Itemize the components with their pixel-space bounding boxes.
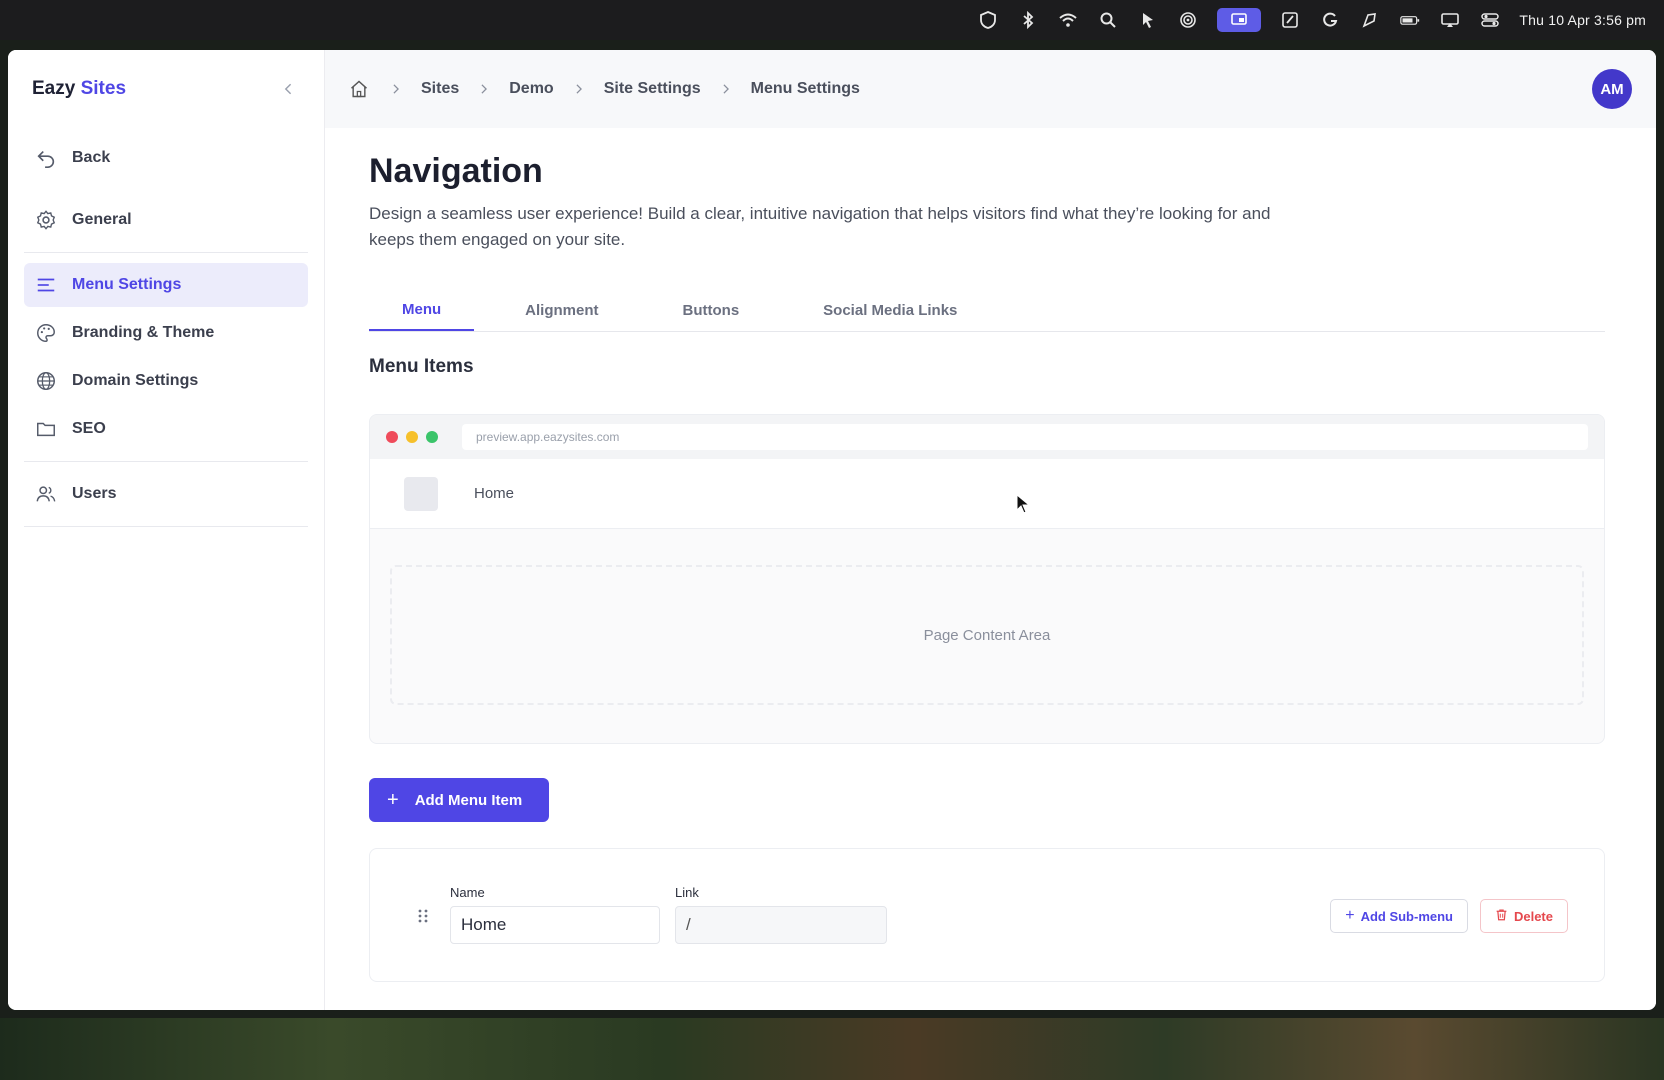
users-icon	[34, 482, 58, 506]
add-sub-menu-label: Add Sub-menu	[1360, 908, 1453, 924]
logo-primary: Eazy	[32, 78, 76, 99]
notes-edit-icon[interactable]	[1279, 9, 1301, 31]
battery-icon[interactable]	[1399, 9, 1421, 31]
sidebar-item-general[interactable]: General	[24, 198, 308, 242]
folder-icon	[34, 417, 58, 441]
link-field: Link /	[675, 885, 887, 944]
breadcrumb-menu-settings: Menu Settings	[750, 80, 860, 97]
user-avatar[interactable]: AM	[1592, 69, 1632, 109]
sidebar-divider	[24, 252, 308, 253]
chevron-left-icon	[284, 83, 292, 95]
vpn-shield-icon[interactable]	[977, 9, 999, 31]
sidebar: Eazy Sites Back General Menu Settings Br…	[8, 50, 325, 1010]
home-icon[interactable]	[349, 78, 371, 100]
app-logo[interactable]: Eazy Sites	[32, 78, 126, 100]
top-bar: Sites Demo Site Settings Menu Settings A…	[325, 50, 1656, 128]
sidebar-nav: Back General Menu Settings Branding & Th	[24, 136, 308, 537]
chevron-right-icon	[383, 82, 409, 96]
sidebar-divider	[24, 526, 308, 527]
breadcrumb-sites[interactable]: Sites	[421, 80, 459, 98]
breadcrumb-demo[interactable]: Demo	[509, 80, 553, 98]
palette-icon	[34, 321, 58, 345]
tab-alignment[interactable]: Alignment	[492, 289, 631, 331]
chevron-right-icon	[471, 82, 497, 96]
sidebar-item-menu-settings[interactable]: Menu Settings	[24, 263, 308, 307]
add-sub-menu-button[interactable]: + Add Sub-menu	[1330, 899, 1468, 933]
preview-nav-item[interactable]: Home	[474, 485, 514, 502]
sidebar-item-label: Menu Settings	[72, 276, 182, 293]
page-title: Navigation	[369, 152, 543, 190]
sidebar-item-label: Users	[72, 485, 117, 502]
control-center-icon[interactable]	[1479, 9, 1501, 31]
sidebar-item-label: General	[72, 211, 132, 228]
breadcrumb: Sites Demo Site Settings Menu Settings	[349, 78, 860, 100]
delete-button[interactable]: Delete	[1479, 899, 1568, 933]
name-label: Name	[450, 885, 485, 900]
tab-social-media-links[interactable]: Social Media Links	[790, 289, 990, 331]
bluetooth-icon[interactable]	[1017, 9, 1039, 31]
plus-icon: +	[1345, 907, 1355, 924]
collapse-sidebar-button[interactable]	[278, 78, 300, 100]
system-menubar: Thu 10 Apr 3:56 pm	[0, 0, 1664, 40]
sidebar-item-back[interactable]: Back	[24, 136, 308, 180]
sidebar-divider	[24, 461, 308, 462]
add-menu-item-label: Add Menu Item	[414, 791, 523, 809]
name-input[interactable]: Home	[450, 906, 660, 944]
sidebar-item-label: Branding & Theme	[72, 324, 215, 341]
spotlight-search-icon[interactable]	[1097, 9, 1119, 31]
sidebar-item-label: Domain Settings	[72, 372, 199, 389]
logo-accent: Sites	[80, 78, 127, 99]
link-label: Link	[675, 885, 699, 900]
preview-logo-placeholder	[404, 476, 438, 511]
chevron-right-icon	[566, 82, 592, 96]
gear-icon	[34, 208, 58, 232]
preview-content-area: Page Content Area	[390, 565, 1584, 705]
page-description: Design a seamless user experience! Build…	[369, 204, 1271, 249]
sidebar-item-users[interactable]: Users	[24, 472, 308, 516]
globe-icon	[34, 369, 58, 393]
preview-url: preview.app.eazysites.com	[462, 424, 1588, 450]
drag-handle-icon[interactable]	[414, 907, 432, 925]
tab-buttons[interactable]: Buttons	[650, 289, 773, 331]
wifi-icon[interactable]	[1057, 9, 1079, 31]
breadcrumb-site-settings[interactable]: Site Settings	[604, 80, 701, 98]
link-input[interactable]: /	[675, 906, 887, 944]
screen-share-icon[interactable]	[1217, 8, 1262, 32]
preview-nav: Home	[370, 459, 1604, 529]
window-maximize-dot	[426, 431, 438, 443]
mouse-pointer-icon	[1016, 494, 1030, 514]
add-menu-item-button[interactable]: + Add Menu Item	[369, 778, 549, 822]
name-field: Name Home	[450, 885, 660, 944]
preview-body: Page Content Area	[370, 529, 1604, 741]
app-window: Eazy Sites Back General Menu Settings Br…	[8, 50, 1656, 1010]
sidebar-item-domain-settings[interactable]: Domain Settings	[24, 359, 308, 403]
menu-item-card: Name Home Link / + Add Sub-menu Delete	[369, 848, 1605, 982]
display-mirror-icon[interactable]	[1439, 9, 1461, 31]
main-area: Sites Demo Site Settings Menu Settings A…	[325, 50, 1656, 1010]
tab-menu[interactable]: Menu	[369, 289, 475, 331]
plus-icon: +	[387, 788, 399, 811]
trash-icon	[1495, 908, 1508, 924]
sidebar-item-seo[interactable]: SEO	[24, 407, 308, 451]
settings-tabs: Menu Alignment Buttons Social Media Link…	[369, 289, 1605, 332]
chevron-right-icon	[713, 82, 739, 96]
back-arrow-icon	[34, 146, 58, 170]
preview-browser-bar: preview.app.eazysites.com	[370, 415, 1604, 459]
delete-label: Delete	[1513, 908, 1553, 924]
window-close-dot	[386, 431, 398, 443]
page-content: Navigation Design a seamless user experi…	[325, 152, 1656, 982]
menubar-clock[interactable]: Thu 10 Apr 3:56 pm	[1519, 12, 1646, 28]
pen-tool-icon[interactable]	[1359, 9, 1381, 31]
grammarly-icon[interactable]	[1319, 9, 1341, 31]
window-minimize-dot	[406, 431, 418, 443]
section-title: Menu Items	[369, 356, 474, 377]
navigation-preview: preview.app.eazysites.com Home Page Cont…	[369, 414, 1605, 744]
sidebar-item-label: SEO	[72, 420, 106, 437]
sidebar-item-branding-theme[interactable]: Branding & Theme	[24, 311, 308, 355]
menu-lines-icon	[34, 273, 58, 297]
airdrop-icon[interactable]	[1177, 9, 1199, 31]
sidebar-item-label: Back	[72, 149, 111, 166]
cursor-app-icon[interactable]	[1137, 9, 1159, 31]
desktop-wallpaper	[0, 1018, 1664, 1080]
